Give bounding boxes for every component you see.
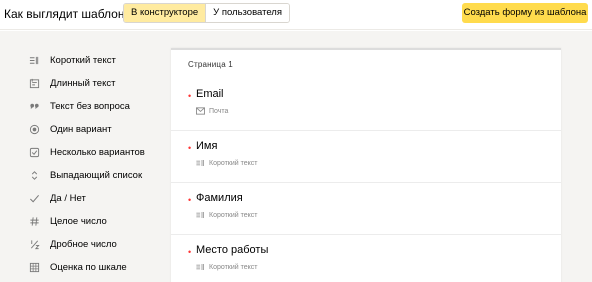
required-marker: • <box>188 143 192 153</box>
question-type-integer[interactable]: Целое число <box>28 210 168 233</box>
long-text-icon <box>28 78 40 90</box>
question-type-decimal[interactable]: Дробное число <box>28 233 168 256</box>
form-field-last-name[interactable]: • Фамилия Короткий текст <box>171 183 561 235</box>
form-field-first-name[interactable]: • Имя Короткий текст <box>171 131 561 183</box>
field-type-label: Короткий текст <box>209 211 258 219</box>
question-type-label: Оценка по шкале <box>50 262 127 273</box>
scale-icon <box>28 262 40 274</box>
short-text-icon <box>196 263 205 271</box>
fraction-icon <box>28 239 40 251</box>
checkbox-icon <box>28 147 40 159</box>
form-page-label: Страница 1 <box>188 60 233 69</box>
short-text-icon <box>196 159 205 167</box>
question-type-yes-no[interactable]: Да / Нет <box>28 187 168 210</box>
page-title: Как выглядит шаблон <box>4 7 125 21</box>
question-type-label: Текст без вопроса <box>50 101 130 112</box>
question-type-short-text[interactable]: Короткий текст <box>28 49 168 72</box>
dropdown-icon <box>28 170 40 182</box>
required-marker: • <box>188 91 192 101</box>
create-form-button[interactable]: Создать форму из шаблона <box>462 3 588 23</box>
top-toolbar: Как выглядит шаблон В конструкторе У пол… <box>0 0 592 30</box>
short-text-icon <box>196 211 205 219</box>
field-label: Имя <box>196 140 218 152</box>
form-preview-card: Страница 1 • Email Почта • Имя Короткий … <box>171 48 561 282</box>
radio-icon <box>28 124 40 136</box>
field-type-label: Короткий текст <box>209 159 258 167</box>
form-field-email[interactable]: • Email Почта <box>171 79 561 131</box>
question-type-text-no-question[interactable]: Текст без вопроса <box>28 95 168 118</box>
short-text-icon <box>28 55 40 67</box>
question-type-single-choice[interactable]: Один вариант <box>28 118 168 141</box>
question-type-long-text[interactable]: Длинный текст <box>28 72 168 95</box>
question-type-scale[interactable]: Оценка по шкале <box>28 256 168 279</box>
field-label: Email <box>196 88 224 100</box>
mail-icon <box>196 107 205 115</box>
form-field-workplace[interactable]: • Место работы Короткий текст <box>171 235 561 282</box>
quote-icon <box>28 101 40 113</box>
field-type-label: Короткий текст <box>209 263 258 271</box>
field-type: Короткий текст <box>196 263 258 271</box>
view-toggle: В конструкторе У пользователя <box>123 3 290 23</box>
field-type-label: Почта <box>209 107 229 115</box>
question-type-label: Несколько вариантов <box>50 147 145 158</box>
question-type-label: Длинный текст <box>50 78 116 89</box>
required-marker: • <box>188 247 192 257</box>
question-type-label: Да / Нет <box>50 193 86 204</box>
question-type-label: Выпадающий список <box>50 170 143 181</box>
view-toggle-constructor[interactable]: В конструкторе <box>124 4 206 22</box>
question-type-list: Короткий текст Длинный текст Текст без в… <box>28 49 168 279</box>
question-type-multiple-choice[interactable]: Несколько вариантов <box>28 141 168 164</box>
question-type-dropdown[interactable]: Выпадающий список <box>28 164 168 187</box>
required-marker: • <box>188 195 192 205</box>
question-type-label: Дробное число <box>50 239 117 250</box>
field-type: Короткий текст <box>196 211 258 219</box>
field-type: Почта <box>196 107 228 115</box>
question-type-label: Короткий текст <box>50 55 116 66</box>
field-type: Короткий текст <box>196 159 258 167</box>
question-type-label: Один вариант <box>50 124 112 135</box>
view-toggle-user[interactable]: У пользователя <box>205 4 289 22</box>
field-label: Фамилия <box>196 192 243 204</box>
hash-icon <box>28 216 40 228</box>
field-label: Место работы <box>196 244 269 256</box>
check-icon <box>28 193 40 205</box>
question-type-label: Целое число <box>50 216 107 227</box>
